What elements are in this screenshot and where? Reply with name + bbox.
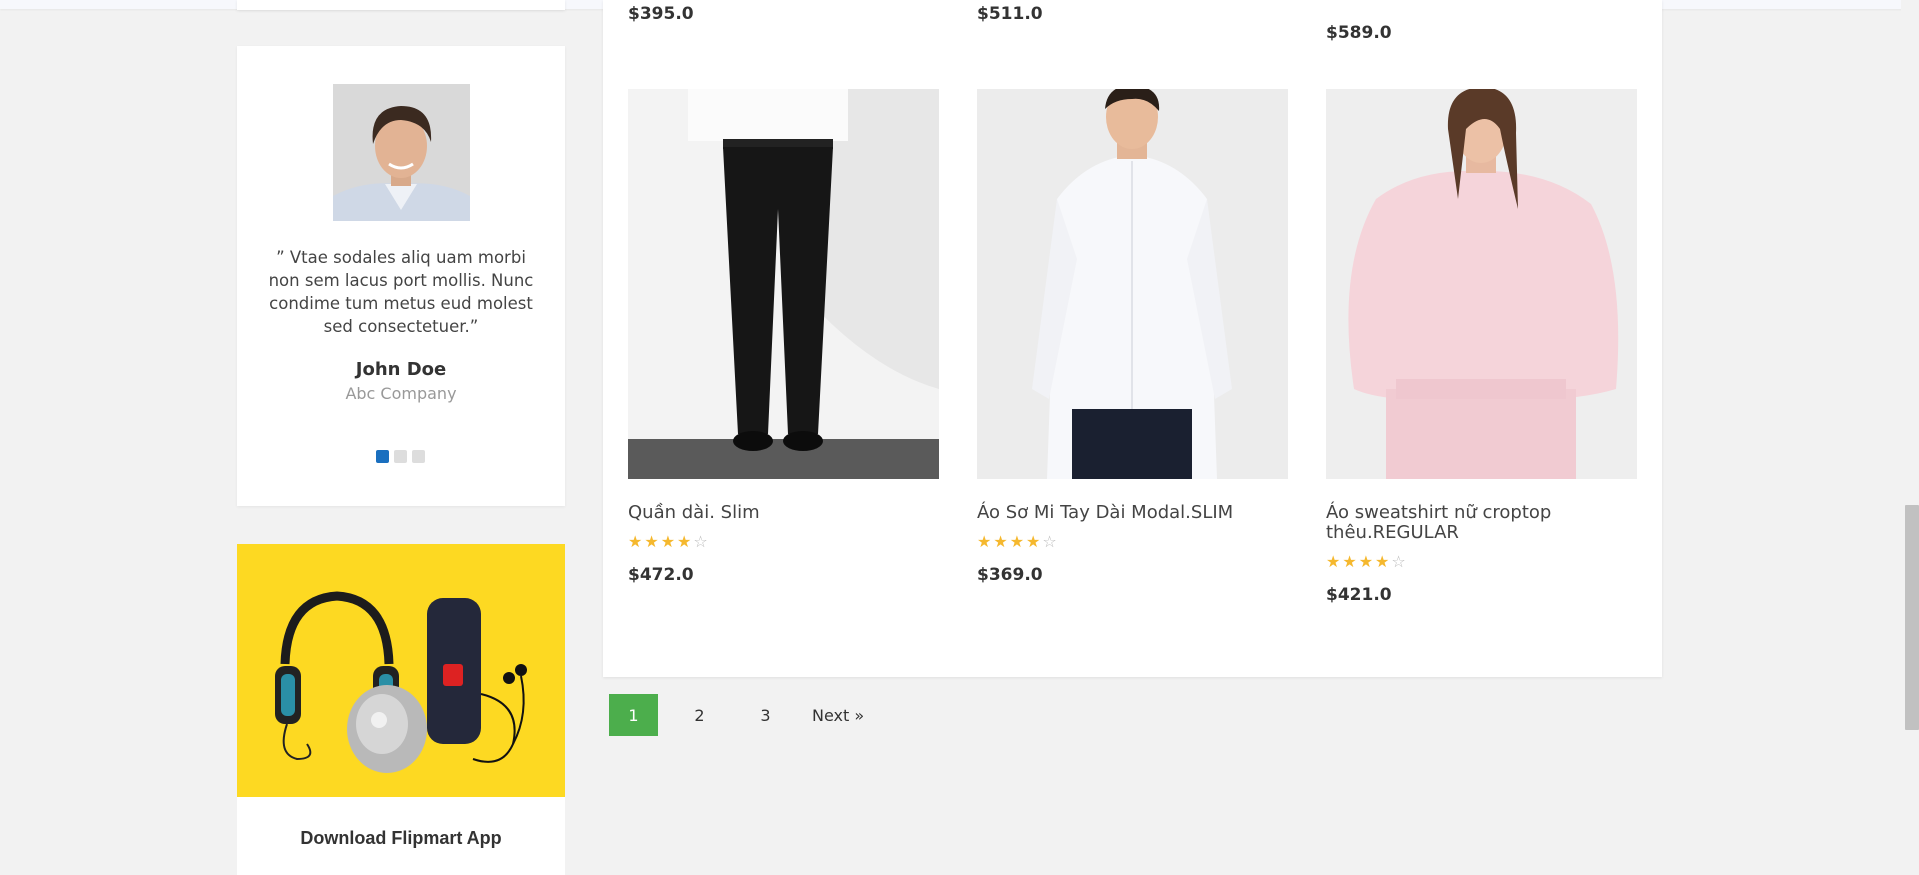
- previous-row-price-1: $395.0: [628, 4, 694, 24]
- page-scrollbar[interactable]: [1901, 0, 1919, 875]
- next-page-link[interactable]: Next »: [812, 694, 864, 736]
- product-image[interactable]: [977, 89, 1288, 479]
- star-filled-icon: ★: [1026, 532, 1041, 551]
- sidebar-card-previous: [237, 0, 565, 10]
- product-name[interactable]: Áo sweatshirt nữ croptop thêu.REGULAR: [1326, 503, 1637, 543]
- carousel-dot-2[interactable]: [394, 450, 407, 463]
- app-download-card[interactable]: [237, 544, 565, 875]
- star-filled-icon: ★: [1326, 552, 1341, 571]
- testimonial-company: Abc Company: [345, 384, 457, 403]
- carousel-dot-1[interactable]: [376, 450, 389, 463]
- product-card: Quần dài. Slim ★ ★ ★ ★ ☆ $472.0: [628, 89, 939, 585]
- star-filled-icon: ★: [677, 532, 692, 551]
- previous-row-price-3: $589.0: [1326, 23, 1392, 43]
- testimonial-card: ” Vtae sodales aliq uam morbi non sem la…: [237, 46, 565, 506]
- product-name[interactable]: Áo Sơ Mi Tay Dài Modal.SLIM: [977, 503, 1288, 523]
- star-filled-icon: ★: [1009, 532, 1025, 551]
- app-download-title[interactable]: Download Flipmart App: [237, 828, 565, 849]
- star-empty-icon: ☆: [693, 532, 708, 551]
- product-price: $421.0: [1326, 585, 1392, 605]
- carousel-dot-3[interactable]: [412, 450, 425, 463]
- star-filled-icon: ★: [644, 532, 659, 551]
- star-empty-icon: ☆: [1042, 532, 1057, 551]
- product-image[interactable]: [628, 89, 939, 479]
- star-filled-icon: ★: [1342, 552, 1357, 571]
- product-rating: ★ ★ ★ ★ ☆: [628, 533, 939, 551]
- star-filled-icon: ★: [993, 532, 1008, 551]
- product-image[interactable]: [1326, 89, 1637, 479]
- carousel-dots: [376, 450, 425, 463]
- product-rating: ★ ★ ★ ★ ☆: [1326, 553, 1637, 571]
- app-banner-image[interactable]: [237, 544, 565, 797]
- testimonial-quote: ” Vtae sodales aliq uam morbi non sem la…: [268, 248, 534, 336]
- product-rating: ★ ★ ★ ★ ☆: [977, 533, 1288, 551]
- page-link-2[interactable]: 2: [675, 694, 724, 736]
- product-card: Áo Sơ Mi Tay Dài Modal.SLIM ★ ★ ★ ★ ☆ $3…: [977, 89, 1288, 585]
- product-price: $472.0: [628, 565, 694, 585]
- scrollbar-thumb[interactable]: [1905, 505, 1919, 730]
- avatar: [333, 84, 470, 221]
- product-grid: $395.0 $511.0 $589.0 Quần dài. Slim ★ ★ …: [603, 0, 1662, 677]
- star-filled-icon: ★: [1358, 552, 1374, 571]
- star-filled-icon: ★: [1375, 552, 1390, 571]
- testimonial-author: John Doe: [355, 359, 447, 380]
- star-filled-icon: ★: [977, 532, 992, 551]
- star-empty-icon: ☆: [1391, 552, 1406, 571]
- pagination: 1 2 3 Next »: [609, 694, 881, 736]
- product-name[interactable]: Quần dài. Slim: [628, 503, 939, 523]
- product-card: Áo sweatshirt nữ croptop thêu.REGULAR ★ …: [1326, 89, 1637, 605]
- previous-row-price-2: $511.0: [977, 4, 1043, 24]
- product-price: $369.0: [977, 565, 1043, 585]
- star-filled-icon: ★: [660, 532, 676, 551]
- page-link-1[interactable]: 1: [609, 694, 658, 736]
- star-filled-icon: ★: [628, 532, 643, 551]
- page-link-3[interactable]: 3: [741, 694, 790, 736]
